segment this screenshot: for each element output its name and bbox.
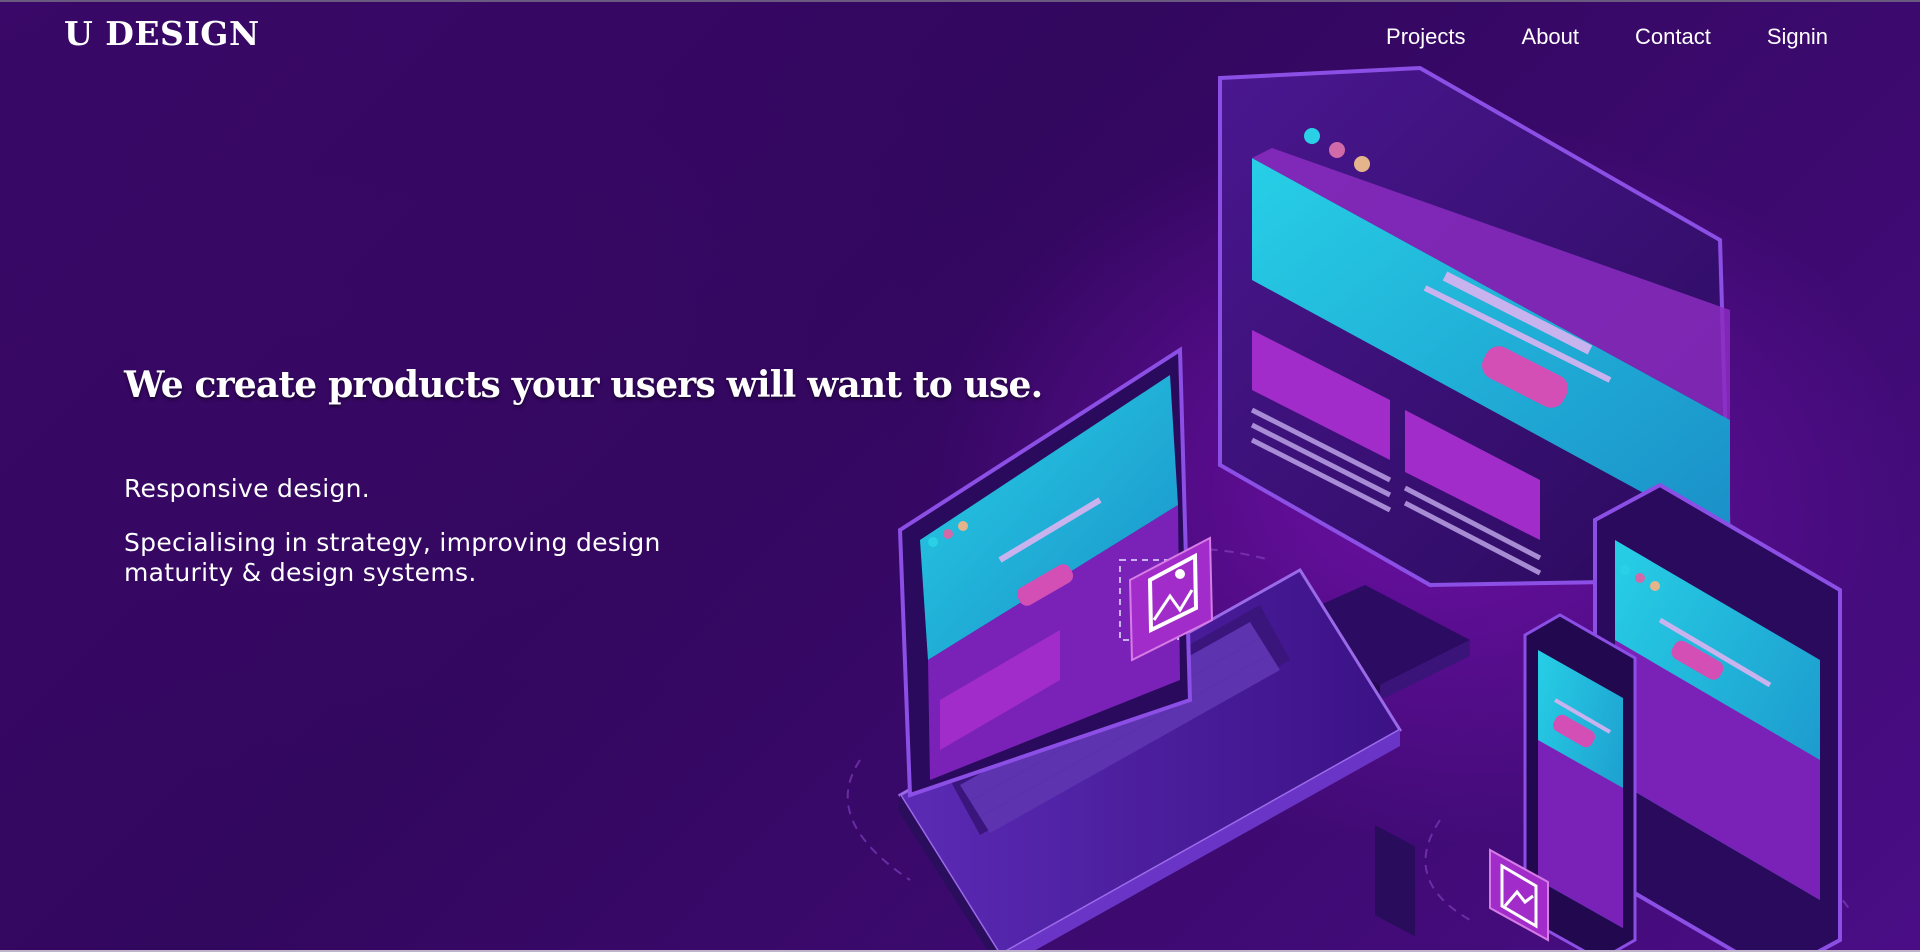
nav-signin[interactable]: Signin	[1767, 24, 1828, 50]
main-nav: Projects About Contact Signin	[1386, 24, 1828, 50]
devices-illustration	[846, 65, 1851, 952]
top-border	[0, 0, 1920, 2]
nav-contact[interactable]: Contact	[1635, 24, 1711, 50]
logo[interactable]: U DESIGN	[64, 14, 260, 53]
hero-description: Specialising in strategy, improving desi…	[124, 528, 661, 587]
hero-subtitle: Responsive design.	[124, 474, 371, 503]
nav-projects[interactable]: Projects	[1386, 24, 1465, 50]
nav-about[interactable]: About	[1522, 24, 1580, 50]
